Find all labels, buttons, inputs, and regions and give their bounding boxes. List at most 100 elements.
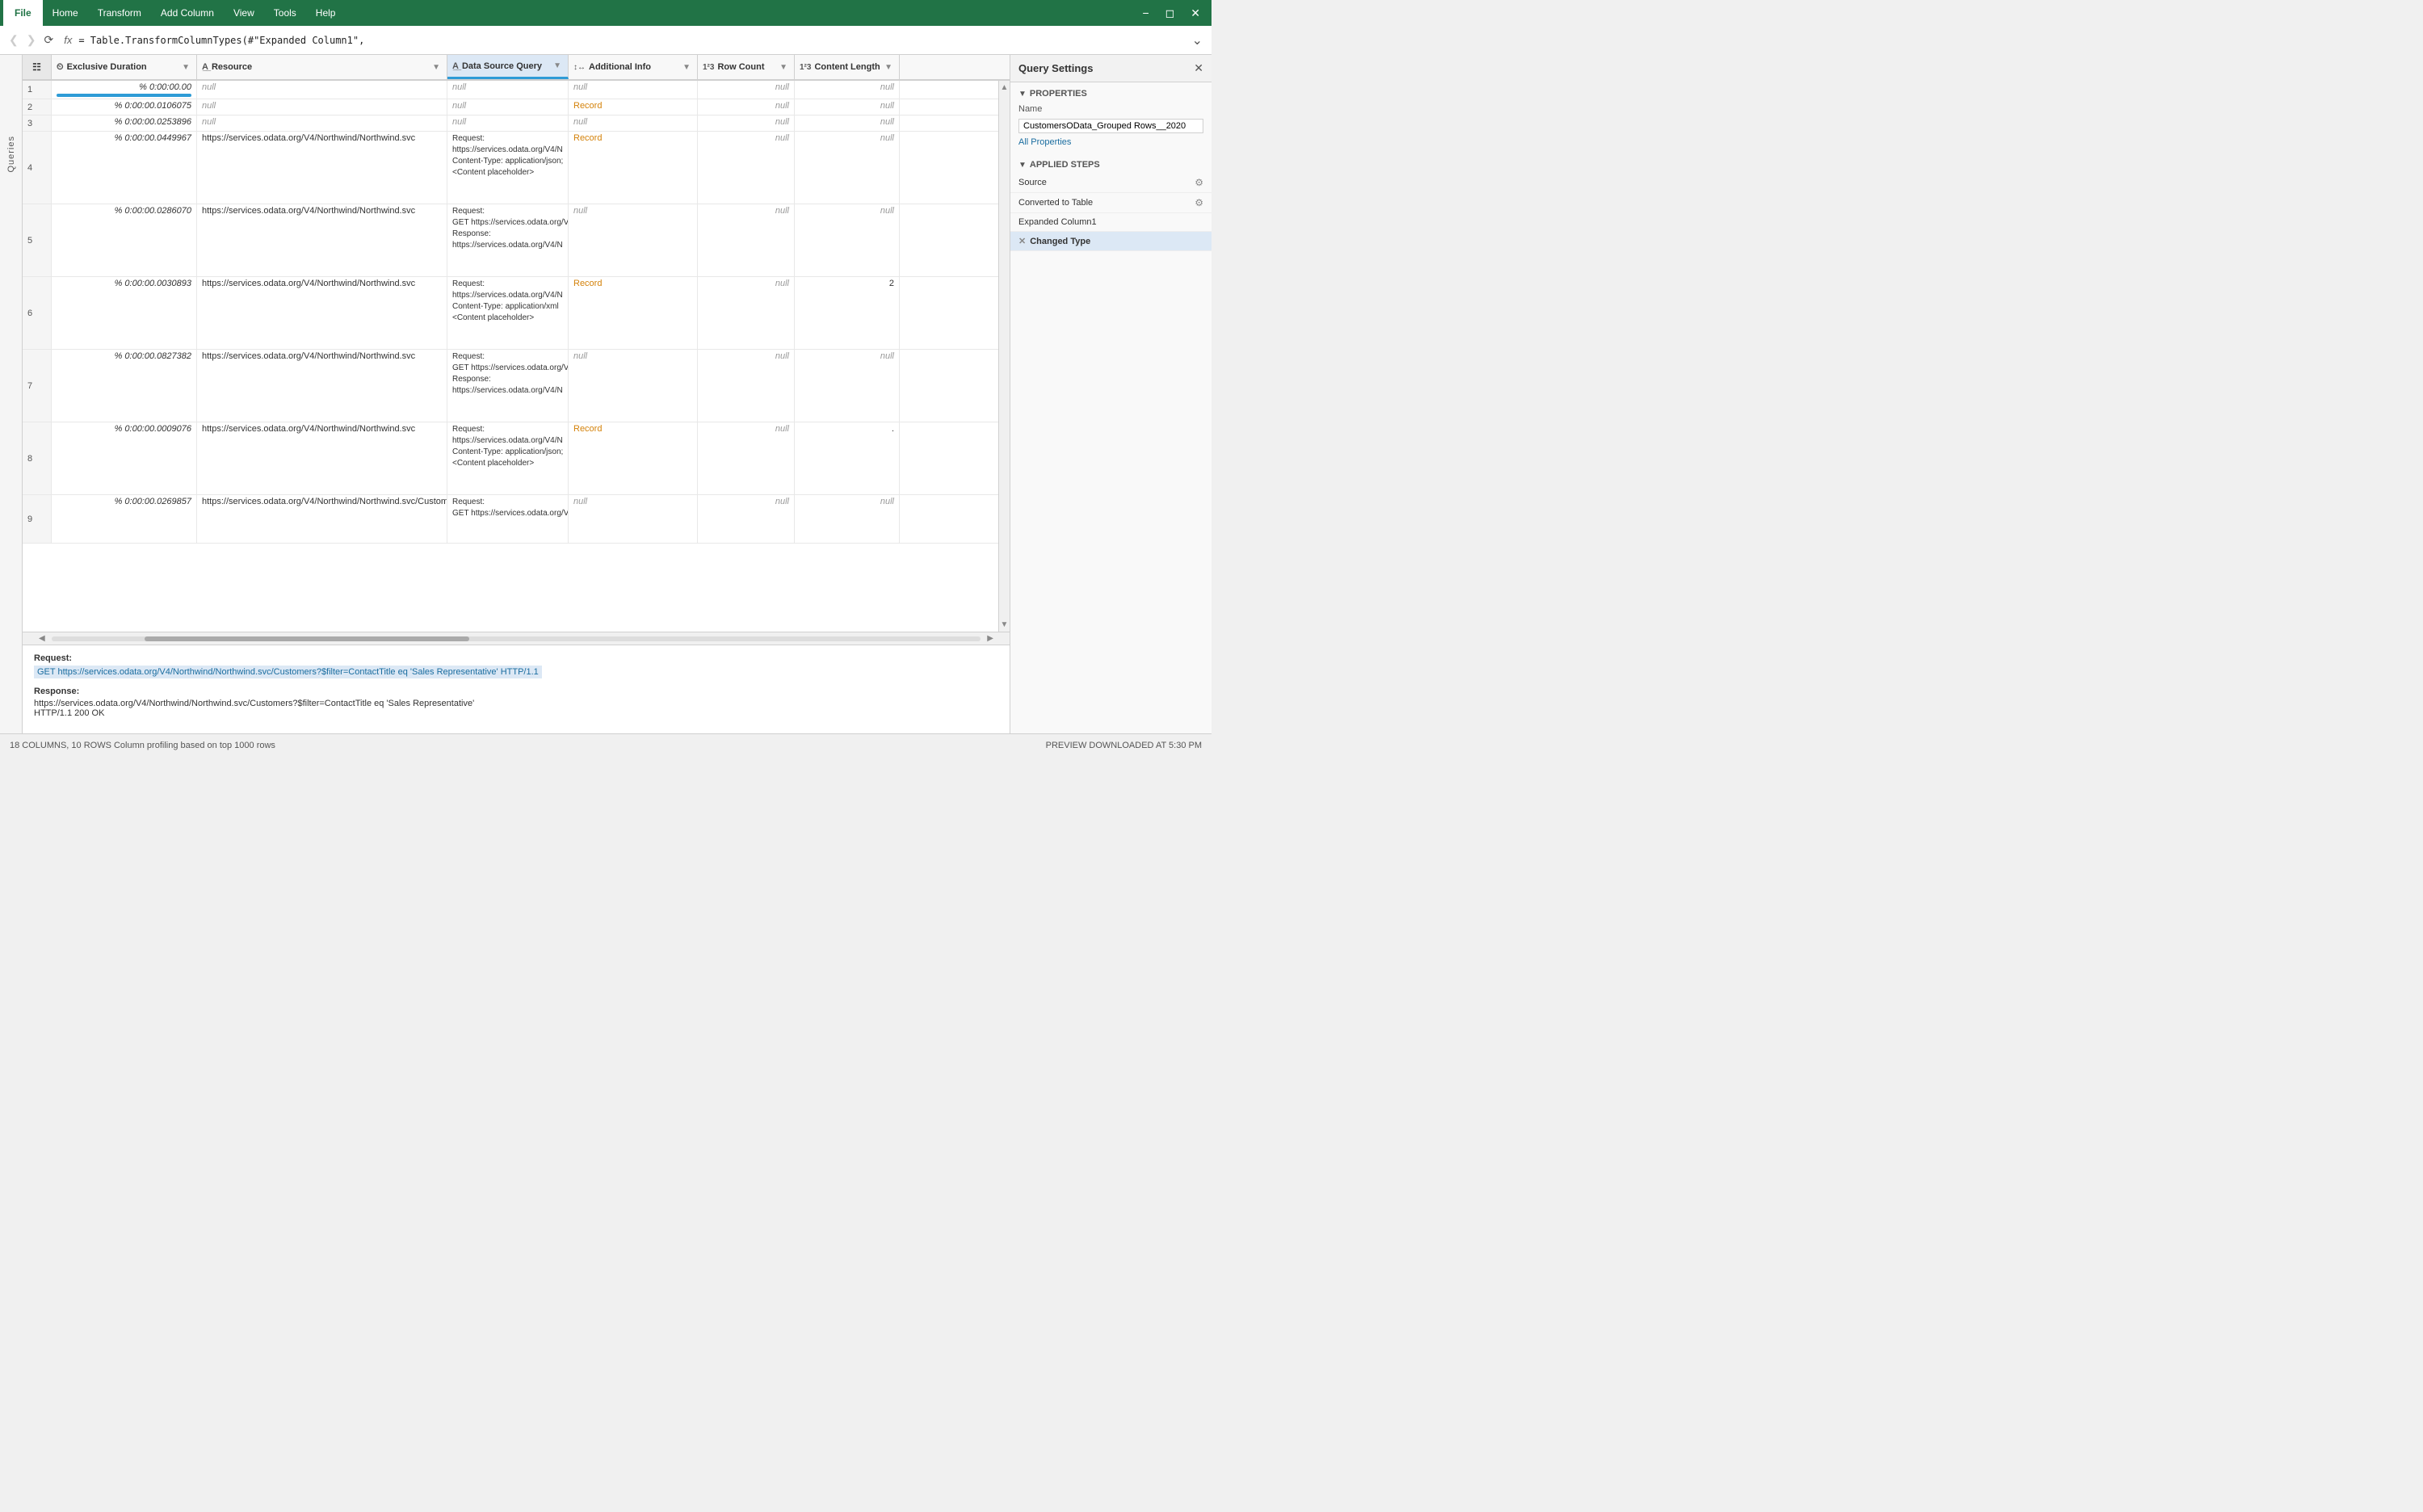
- minimize-icon[interactable]: −: [1134, 3, 1157, 23]
- name-input-row: [1010, 116, 1212, 136]
- menu-help[interactable]: Help: [306, 2, 346, 23]
- cell-rownum: 7: [23, 350, 52, 422]
- nav-forward-button[interactable]: ❯: [23, 32, 40, 48]
- cell-datasource: null: [447, 99, 569, 115]
- cell-additional: null: [569, 350, 698, 422]
- detail-request-label: Request:: [34, 653, 998, 663]
- filter-additional-icon[interactable]: ▼: [681, 63, 692, 72]
- table-row[interactable]: 7% 0:00:00.0827382https://services.odata…: [23, 350, 998, 422]
- cell-rownum: 2: [23, 99, 52, 115]
- table-row[interactable]: 3% 0:00:00.0253896nullnullnullnullnull: [23, 116, 998, 132]
- col-label-rowcount: Row Count: [717, 62, 764, 72]
- col-header-exclusive[interactable]: ⏲ Exclusive Duration ▼: [52, 55, 197, 79]
- cell-resource: https://services.odata.org/V4/Northwind/…: [197, 132, 447, 204]
- applied-steps-arrow-icon: ▼: [1018, 161, 1027, 170]
- horizontal-scrollbar[interactable]: ◀ ▶: [23, 632, 1010, 645]
- cell-resource: null: [197, 99, 447, 115]
- step-gear-icon[interactable]: ⚙: [1195, 197, 1203, 208]
- nav-back-button[interactable]: ❮: [5, 32, 23, 48]
- table-row[interactable]: 5% 0:00:00.0286070https://services.odata…: [23, 204, 998, 277]
- applied-step-item[interactable]: ✕Changed Type: [1010, 232, 1212, 251]
- formula-expand-button[interactable]: ⌄: [1188, 31, 1207, 50]
- applied-step-item[interactable]: Source ⚙: [1010, 173, 1212, 193]
- cell-additional: Record: [569, 132, 698, 204]
- refresh-button[interactable]: ⟳: [40, 32, 57, 48]
- cell-rownum: 1: [23, 81, 52, 99]
- col-label-contentlen: Content Length: [814, 62, 880, 72]
- scroll-left-button[interactable]: ◀: [36, 634, 48, 643]
- scroll-down-button[interactable]: ▼: [999, 618, 1010, 632]
- status-left: 18 COLUMNS, 10 ROWS Column profiling bas…: [10, 741, 275, 750]
- cell-rownum: 8: [23, 422, 52, 494]
- cell-contentlen: null: [795, 132, 900, 204]
- table-row[interactable]: 9% 0:00:00.0269857https://services.odata…: [23, 495, 998, 544]
- table-row[interactable]: 6% 0:00:00.0030893https://services.odata…: [23, 277, 998, 350]
- arrows-icon-additional: ↕↔: [573, 63, 586, 72]
- h-scroll-thumb[interactable]: [145, 636, 470, 641]
- cell-resource: https://services.odata.org/V4/Northwind/…: [197, 350, 447, 422]
- filter-datasource-icon[interactable]: ▼: [552, 61, 563, 70]
- menu-home[interactable]: Home: [43, 2, 88, 23]
- grid-header: ☷ ⏲ Exclusive Duration ▼ A̲̲ Resource ▼ …: [23, 55, 1010, 81]
- menu-add-column[interactable]: Add Column: [151, 2, 224, 23]
- all-properties-link[interactable]: All Properties: [1010, 136, 1212, 153]
- step-gear-icon[interactable]: ⚙: [1195, 177, 1203, 188]
- cell-rowcount: null: [698, 495, 795, 543]
- cell-additional: null: [569, 116, 698, 131]
- cell-contentlen: 2: [795, 277, 900, 349]
- table-row[interactable]: 1% 0:00:00.00nullnullnullnullnull: [23, 81, 998, 99]
- step-label: Source: [1018, 178, 1047, 187]
- cell-contentlen: null: [795, 204, 900, 276]
- col-header-resource[interactable]: A̲̲ Resource ▼: [197, 55, 447, 79]
- col-header-additional[interactable]: ↕↔ Additional Info ▼: [569, 55, 698, 79]
- cell-datasource: Request:GET https://services.odata.org/V…: [447, 204, 569, 276]
- col-header-rownum[interactable]: ☷: [23, 55, 52, 79]
- table-icon: ☷: [32, 61, 41, 73]
- cell-contentlen: .: [795, 422, 900, 494]
- applied-step-item[interactable]: Converted to Table ⚙: [1010, 193, 1212, 213]
- h-scroll-track[interactable]: [52, 636, 981, 641]
- query-settings-close-button[interactable]: ✕: [1194, 61, 1203, 75]
- cell-rownum: 6: [23, 277, 52, 349]
- grid-scroll-inner[interactable]: 1% 0:00:00.00nullnullnullnullnull2% 0:00…: [23, 81, 998, 632]
- detail-request-url[interactable]: GET https://services.odata.org/V4/Northw…: [34, 666, 542, 678]
- filter-resource-icon[interactable]: ▼: [430, 63, 442, 72]
- table-row[interactable]: 2% 0:00:00.0106075nullnullRecordnullnull: [23, 99, 998, 116]
- table-row[interactable]: 4% 0:00:00.0449967https://services.odata…: [23, 132, 998, 204]
- detail-response-url: https://services.odata.org/V4/Northwind/…: [34, 699, 998, 708]
- properties-label-text: PROPERTIES: [1030, 89, 1087, 99]
- menu-transform[interactable]: Transform: [88, 2, 151, 23]
- cell-datasource: Request:https://services.odata.org/V4/NC…: [447, 132, 569, 204]
- filter-rowcount-icon[interactable]: ▼: [778, 63, 789, 72]
- cell-datasource: Request:GET https://services.odata.org/V…: [447, 350, 569, 422]
- col-header-datasource[interactable]: A̲̲ Data Source Query ▼: [447, 55, 569, 79]
- formula-input[interactable]: [78, 35, 1187, 46]
- filter-exclusive-icon[interactable]: ▼: [180, 63, 191, 72]
- applied-steps-label-text: APPLIED STEPS: [1030, 160, 1100, 170]
- menu-file[interactable]: File: [3, 0, 43, 26]
- scroll-up-button[interactable]: ▲: [999, 81, 1010, 94]
- cell-rowcount: null: [698, 350, 795, 422]
- filter-contentlen-icon[interactable]: ▼: [883, 63, 894, 72]
- name-property-input[interactable]: [1018, 119, 1203, 133]
- cell-resource: https://services.odata.org/V4/Northwind/…: [197, 422, 447, 494]
- step-delete-icon[interactable]: ✕: [1018, 236, 1026, 246]
- scroll-right-button[interactable]: ▶: [984, 634, 997, 643]
- cell-additional: null: [569, 495, 698, 543]
- table-row[interactable]: 8% 0:00:00.0009076https://services.odata…: [23, 422, 998, 495]
- cell-exclusive: % 0:00:00.0827382: [52, 350, 197, 422]
- col-label-resource: Resource: [212, 62, 252, 72]
- name-property-label: Name: [1018, 104, 1059, 114]
- menu-view[interactable]: View: [224, 2, 264, 23]
- col-header-contentlen[interactable]: 1²3 Content Length ▼: [795, 55, 900, 79]
- applied-step-item[interactable]: Expanded Column1: [1010, 213, 1212, 232]
- menu-tools[interactable]: Tools: [264, 2, 306, 23]
- vertical-scrollbar[interactable]: ▲ ▼: [998, 81, 1010, 632]
- step-label: Expanded Column1: [1018, 217, 1097, 227]
- applied-steps-section-label: ▼ APPLIED STEPS: [1010, 153, 1212, 173]
- maximize-icon[interactable]: ◻: [1157, 3, 1183, 23]
- col-header-rowcount[interactable]: 1²3 Row Count ▼: [698, 55, 795, 79]
- step-label: Converted to Table: [1018, 198, 1093, 208]
- close-icon[interactable]: ✕: [1182, 3, 1208, 23]
- grid-table-wrap: 1% 0:00:00.00nullnullnullnullnull2% 0:00…: [23, 81, 998, 544]
